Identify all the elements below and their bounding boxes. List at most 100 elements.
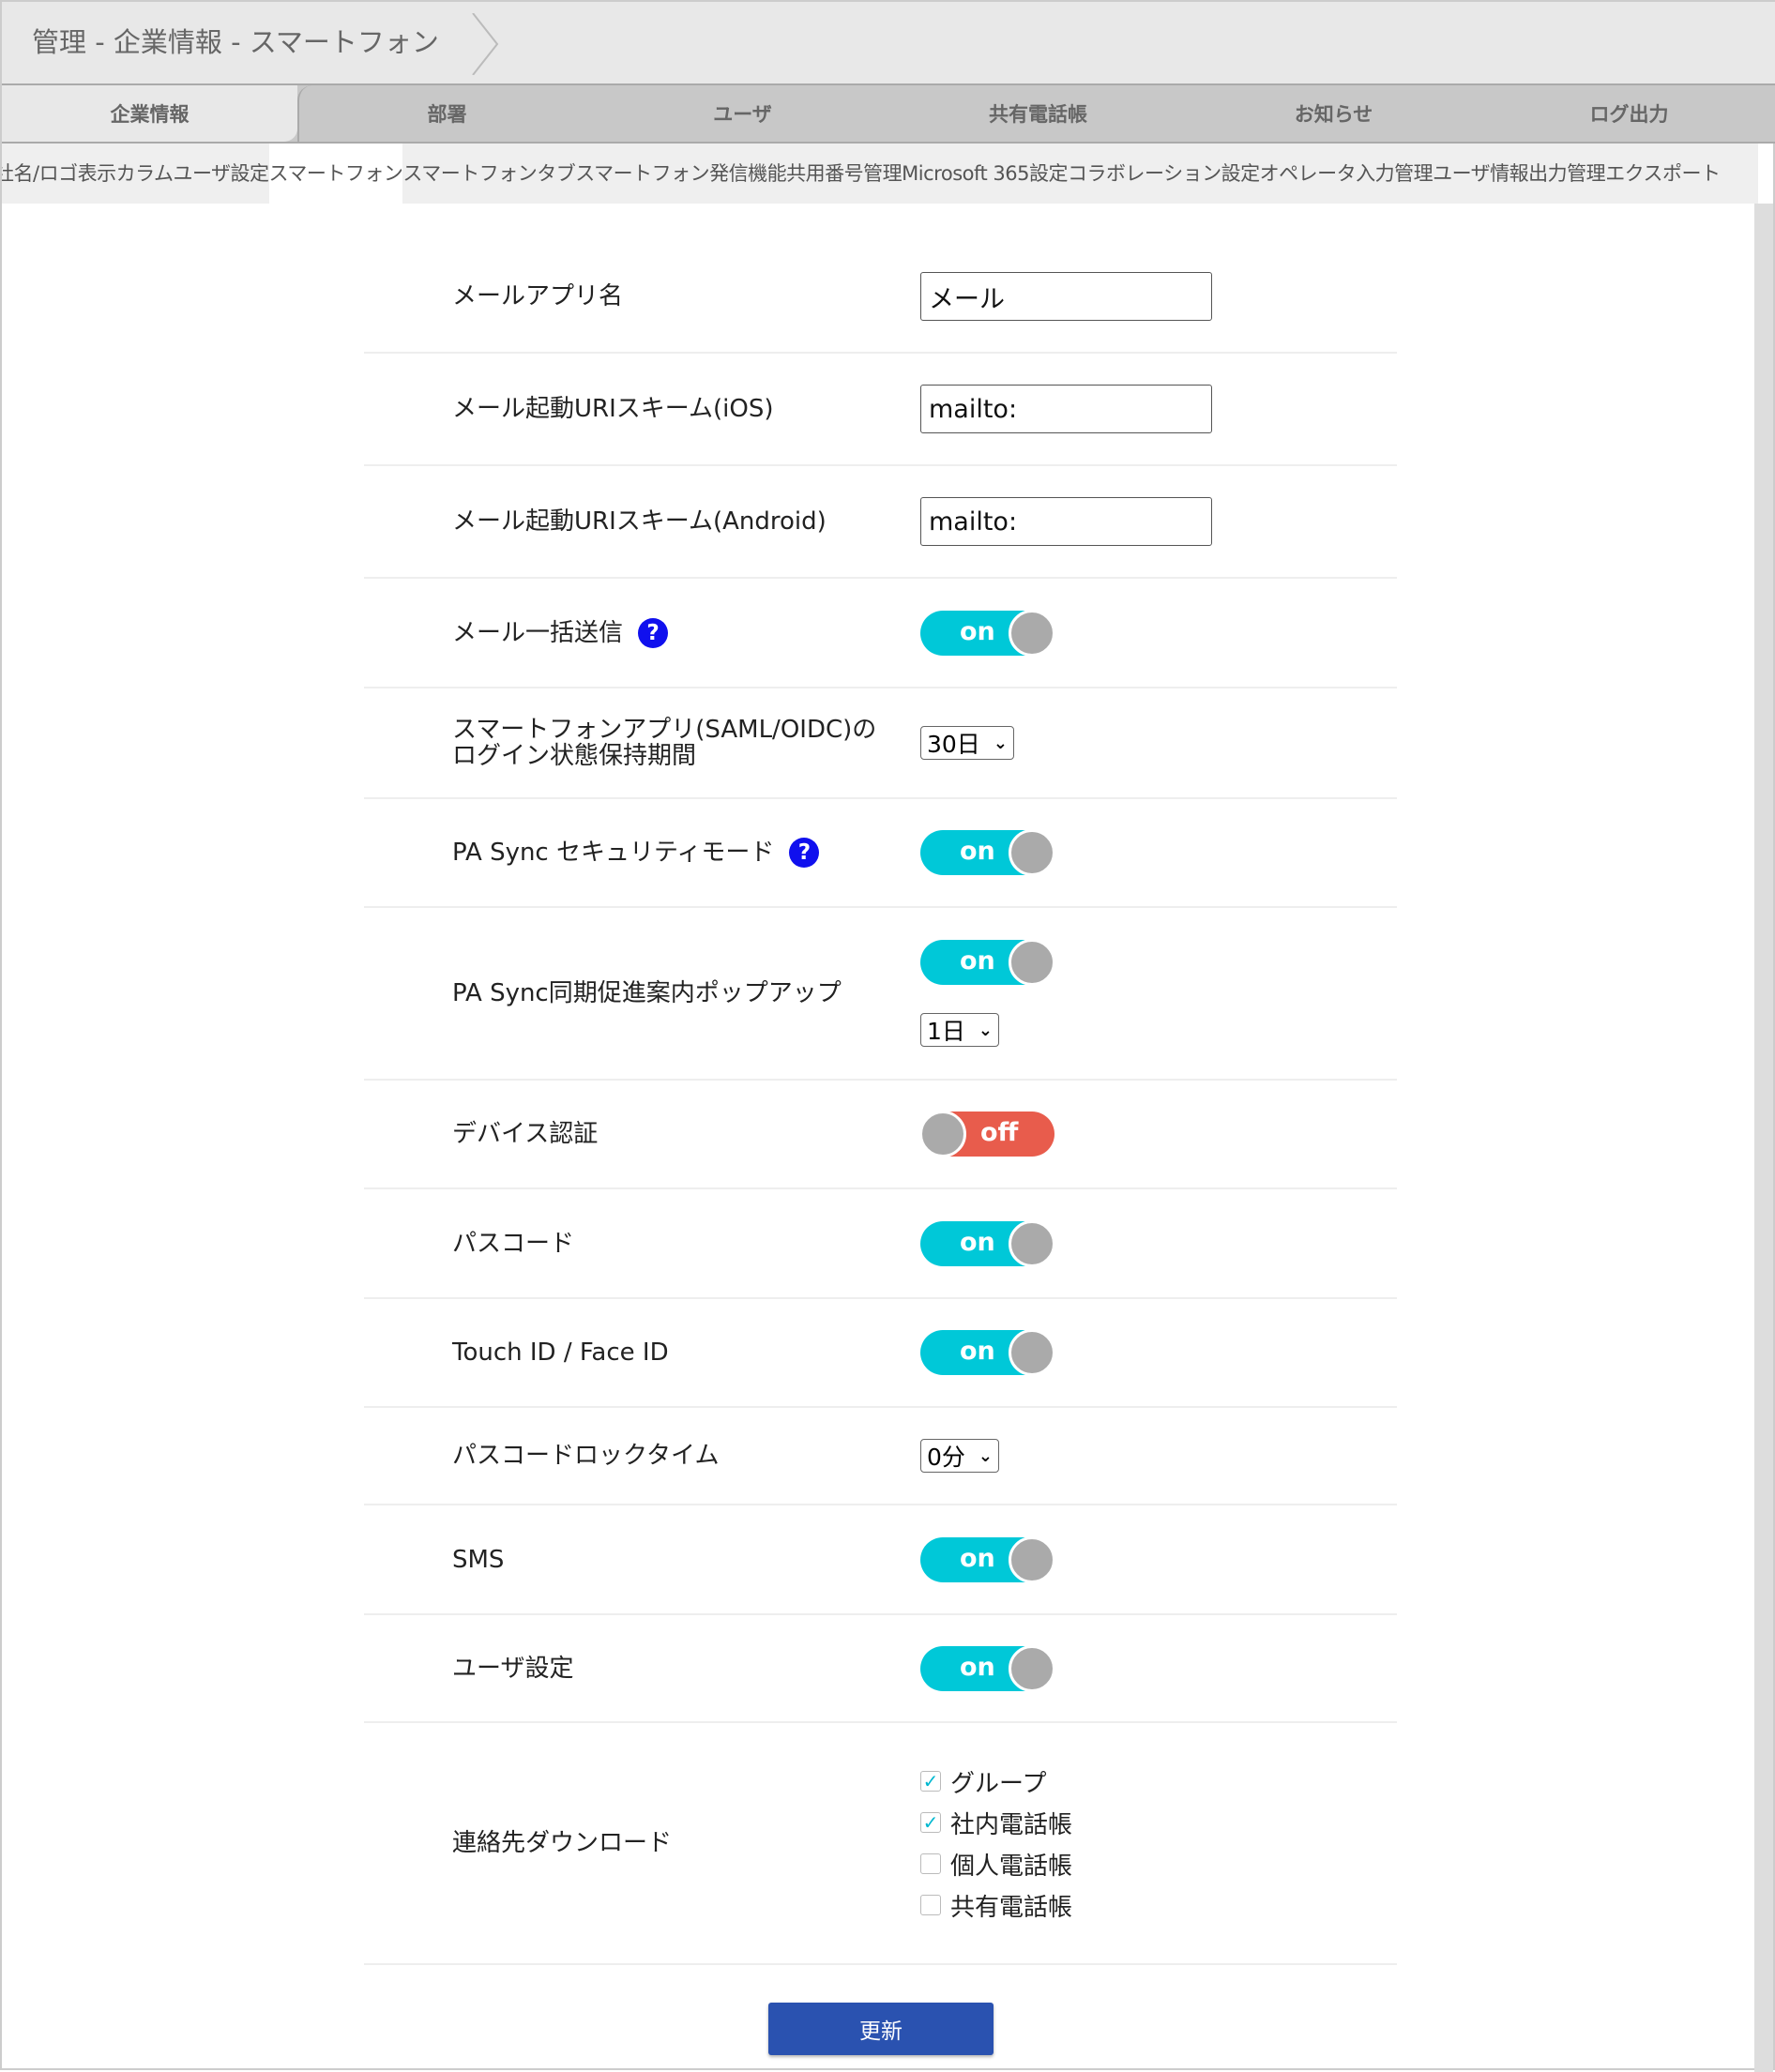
label: メール起動URIスキーム(Android) xyxy=(452,507,827,536)
toggle-label: on xyxy=(960,1227,995,1257)
checkbox-personal-phonebook[interactable]: 個人電話帳 xyxy=(920,1843,1397,1884)
checkbox-label: グループ xyxy=(950,1769,1047,1798)
pa-security-toggle[interactable]: on xyxy=(920,829,1055,876)
checkbox-empty xyxy=(920,1895,941,1915)
label: パスコードロックタイム xyxy=(452,1442,720,1470)
label: PA Sync セキュリティモード xyxy=(452,839,775,867)
row-sms: SMS on xyxy=(364,1505,1397,1615)
device-auth-toggle[interactable]: off xyxy=(919,1111,1054,1157)
checkbox-label: 共有電話帳 xyxy=(950,1893,1073,1922)
subtab-shared-number[interactable]: 共用番号管理 xyxy=(786,144,903,204)
uri-ios-input[interactable] xyxy=(920,385,1212,433)
toggle-knob xyxy=(1009,829,1055,876)
row-login-keep: スマートフォンアプリ(SAML/OIDC)の ログイン状態保持期間 30日 ⌄ xyxy=(364,688,1397,799)
row-contacts: 連絡先ダウンロード ✓ グループ ✓ 社内電話帳 個人電話帳 共有電話帳 xyxy=(364,1723,1397,1965)
tab-user[interactable]: ユーザ xyxy=(595,85,890,142)
subtab-export[interactable]: エクスポート xyxy=(1605,144,1721,204)
subtab-user-info-output[interactable]: ユーザ情報出力管理 xyxy=(1433,144,1606,204)
tab-department[interactable]: 部署 xyxy=(297,85,595,142)
subtab-name-logo[interactable]: 社名/ロゴ表示 xyxy=(2,144,116,204)
subtab-operator-input[interactable]: オペレータ入力管理 xyxy=(1260,144,1434,204)
bulk-mail-toggle[interactable]: on xyxy=(920,609,1055,657)
subtab-smartphone[interactable]: スマートフォン xyxy=(268,144,403,204)
row-uri-android: メール起動URIスキーム(Android) xyxy=(364,466,1397,579)
label: 連絡先ダウンロード xyxy=(452,1829,673,1857)
page-title: 管理 - 企業情報 - スマートフォン xyxy=(32,26,439,58)
help-icon[interactable]: ? xyxy=(789,838,820,868)
toggle-knob xyxy=(1009,1329,1055,1376)
checkbox-label: 個人電話帳 xyxy=(950,1852,1073,1881)
user-setting-toggle[interactable]: on xyxy=(920,1644,1055,1692)
settings-form: メールアプリ名 メール起動URIスキーム(iOS) メール起動URIスキーム(A… xyxy=(364,241,1397,1965)
toggle-knob xyxy=(1009,1219,1055,1267)
checkbox-empty xyxy=(920,1853,941,1874)
uri-android-input[interactable] xyxy=(920,497,1212,546)
chevron-down-icon: ⌄ xyxy=(993,733,1008,753)
toggle-label: on xyxy=(960,946,995,976)
header: 管理 - 企業情報 - スマートフォン xyxy=(2,2,1775,83)
subtab-user-setting[interactable]: ユーザ設定 xyxy=(173,144,269,204)
toggle-knob xyxy=(1009,1644,1055,1692)
toggle-label: on xyxy=(960,1337,995,1366)
login-keep-select[interactable]: 30日 ⌄ xyxy=(920,726,1014,760)
tab-notice[interactable]: お知らせ xyxy=(1186,85,1481,142)
label: デバイス認証 xyxy=(452,1120,599,1148)
passcode-toggle[interactable]: on xyxy=(920,1219,1055,1267)
row-uri-ios: メール起動URIスキーム(iOS) xyxy=(364,354,1397,466)
subtab-column[interactable]: カラム xyxy=(116,144,174,204)
row-passcode: パスコード on xyxy=(364,1189,1397,1299)
lock-time-select[interactable]: 0分 ⌄ xyxy=(920,1439,999,1473)
checkbox-group[interactable]: ✓ グループ xyxy=(920,1761,1397,1802)
label-line2: ログイン状態保持期間 xyxy=(452,742,697,770)
update-button[interactable]: 更新 xyxy=(768,2003,994,2055)
toggle-label: on xyxy=(960,837,995,866)
toggle-label: on xyxy=(960,1652,995,1682)
sms-toggle[interactable]: on xyxy=(920,1535,1055,1583)
toggle-knob xyxy=(1009,609,1055,657)
row-touch-id: Touch ID / Face ID on xyxy=(364,1299,1397,1408)
label: PA Sync同期促進案内ポップアップ xyxy=(452,979,842,1007)
breadcrumb-chevron-icon xyxy=(472,13,499,75)
row-lock-time: パスコードロックタイム 0分 ⌄ xyxy=(364,1408,1397,1505)
label: メール一括送信 xyxy=(452,618,624,647)
tab-log-output[interactable]: ログ出力 xyxy=(1481,85,1775,142)
tab-company[interactable]: 企業情報 xyxy=(2,85,297,142)
checkbox-label: 社内電話帳 xyxy=(950,1810,1073,1839)
subtab-microsoft365[interactable]: Microsoft 365設定 xyxy=(902,144,1068,204)
select-value: 30日 xyxy=(927,731,980,758)
help-icon[interactable]: ? xyxy=(638,617,669,648)
row-pa-security: PA Sync セキュリティモード? on xyxy=(364,799,1397,908)
scrollbar[interactable] xyxy=(1754,204,1773,2072)
row-pa-popup: PA Sync同期促進案内ポップアップ on 1日 ⌄ xyxy=(364,908,1397,1081)
label-line1: スマートフォンアプリ(SAML/OIDC)の xyxy=(452,716,877,744)
subtab-smartphone-tab[interactable]: スマートフォンタブ xyxy=(402,144,575,204)
sub-tabs: 社名/ロゴ表示 カラム ユーザ設定 スマートフォン スマートフォンタブ スマート… xyxy=(2,144,1758,204)
pa-popup-select[interactable]: 1日 ⌄ xyxy=(920,1013,999,1047)
label: パスコード xyxy=(452,1229,575,1258)
row-device-auth: デバイス認証 off xyxy=(364,1081,1397,1189)
toggle-knob xyxy=(919,1111,966,1157)
row-user-setting: ユーザ設定 on xyxy=(364,1615,1397,1723)
subtab-collaboration[interactable]: コラボレーション設定 xyxy=(1068,144,1260,204)
toggle-label: on xyxy=(960,1543,995,1573)
label: Touch ID / Face ID xyxy=(452,1338,669,1367)
label: メール起動URIスキーム(iOS) xyxy=(452,395,774,423)
subtab-smartphone-call[interactable]: スマートフォン発信機能 xyxy=(575,144,786,204)
checkbox-company-phonebook[interactable]: ✓ 社内電話帳 xyxy=(920,1802,1397,1843)
toggle-knob xyxy=(1009,939,1055,986)
check-icon: ✓ xyxy=(920,1811,941,1834)
pa-popup-toggle[interactable]: on xyxy=(920,939,1055,986)
toggle-knob xyxy=(1009,1535,1055,1583)
toggle-label: on xyxy=(960,616,995,646)
checkbox-shared-phonebook[interactable]: 共有電話帳 xyxy=(920,1884,1397,1926)
select-value: 0分 xyxy=(927,1444,965,1471)
label: メールアプリ名 xyxy=(452,282,624,310)
chevron-down-icon: ⌄ xyxy=(978,1445,993,1466)
touch-id-toggle[interactable]: on xyxy=(920,1329,1055,1376)
tab-shared-phonebook[interactable]: 共有電話帳 xyxy=(890,85,1186,142)
label: SMS xyxy=(452,1545,505,1574)
row-mail-app: メールアプリ名 xyxy=(364,241,1397,354)
select-value: 1日 xyxy=(927,1018,965,1045)
mail-app-name-input[interactable] xyxy=(920,272,1212,321)
main-tabs: 企業情報 部署 ユーザ 共有電話帳 お知らせ ログ出力 xyxy=(2,83,1775,144)
